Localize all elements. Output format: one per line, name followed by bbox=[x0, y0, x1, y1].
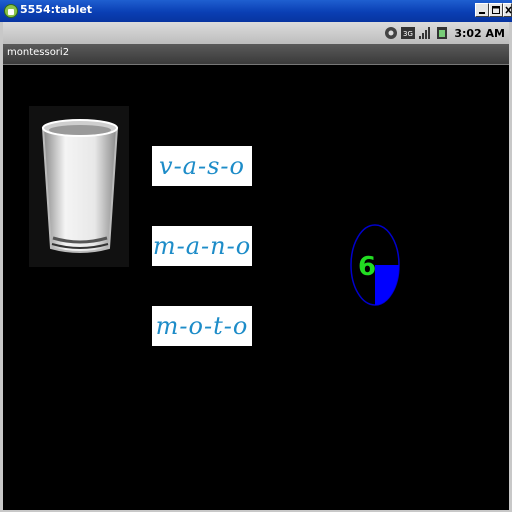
android-icon bbox=[4, 4, 18, 18]
window-title: 5554:tablet bbox=[20, 3, 93, 16]
timer-digit: 6 bbox=[358, 252, 376, 282]
word-text: m-a-n-o bbox=[152, 232, 252, 260]
app-title: montessori2 bbox=[7, 47, 70, 58]
word-text: m-o-t-o bbox=[155, 312, 249, 340]
maximize-button[interactable] bbox=[489, 3, 503, 17]
maximize-icon bbox=[492, 6, 500, 14]
close-icon bbox=[505, 6, 512, 14]
minimize-icon bbox=[479, 12, 485, 14]
word-card-vaso[interactable]: v-a-s-o bbox=[152, 146, 252, 186]
3g-icon: 3G bbox=[401, 27, 416, 39]
status-bar: 3G 3:02 AM bbox=[3, 22, 509, 44]
app-content: v-a-s-o m-a-n-o m-o-t-o 6 bbox=[3, 65, 509, 510]
close-button[interactable] bbox=[503, 3, 512, 17]
glass-image[interactable] bbox=[29, 106, 129, 267]
minimize-button[interactable] bbox=[475, 3, 489, 17]
window-titlebar[interactable]: 5554:tablet bbox=[0, 0, 512, 22]
status-clock: 3:02 AM bbox=[454, 26, 505, 40]
word-card-moto[interactable]: m-o-t-o bbox=[152, 306, 252, 346]
svg-text:3G: 3G bbox=[403, 30, 413, 38]
sync-icon bbox=[385, 27, 398, 39]
signal-icon bbox=[419, 27, 431, 39]
battery-icon bbox=[437, 27, 448, 39]
word-text: v-a-s-o bbox=[159, 152, 245, 180]
countdown-timer: 6 bbox=[350, 224, 400, 306]
timer-elapsed-slice bbox=[375, 265, 399, 305]
word-card-mano[interactable]: m-a-n-o bbox=[152, 226, 252, 266]
app-titlebar: montessori2 bbox=[3, 44, 509, 65]
